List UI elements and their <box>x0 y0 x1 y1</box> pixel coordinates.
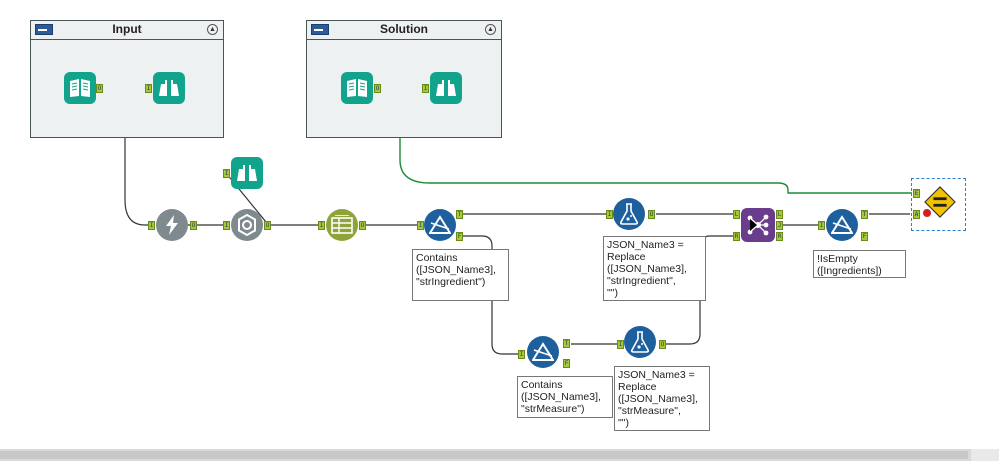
join-right-anchor[interactable]: R <box>733 232 740 241</box>
binoculars-icon <box>436 80 456 96</box>
browse-tool[interactable] <box>430 72 462 104</box>
annotation-formula-replace-ingredient: JSON_Name3 = Replace ([JSON_Name3], "str… <box>603 236 706 301</box>
annotation-filter-isempty: !IsEmpty ([Ingredients]) <box>813 250 906 278</box>
select-tool[interactable] <box>326 209 358 241</box>
join-right-output-anchor[interactable]: R <box>776 232 783 241</box>
annotation-filter-contains-ingredient: Contains ([JSON_Name3], "strIngredient") <box>412 249 509 301</box>
input-anchor[interactable]: I <box>223 169 230 178</box>
container-title: Input <box>112 22 142 36</box>
input-anchor[interactable]: I <box>818 221 825 230</box>
browse-tool[interactable] <box>231 157 263 189</box>
flask-icon <box>630 331 650 353</box>
collapse-icon[interactable]: ▲ <box>207 24 218 35</box>
filter-tool[interactable] <box>424 209 456 241</box>
join-left-anchor[interactable]: L <box>733 210 740 219</box>
input-anchor[interactable]: I <box>422 84 429 93</box>
input-anchor[interactable]: I <box>518 350 525 359</box>
binoculars-icon <box>159 80 179 96</box>
formula-tool[interactable] <box>624 326 656 358</box>
input-data-tool[interactable] <box>341 72 373 104</box>
input-container[interactable]: Input ▲ <box>30 20 224 138</box>
output-anchor[interactable]: O <box>659 340 666 349</box>
input-anchor[interactable]: I <box>606 210 613 219</box>
true-anchor[interactable]: T <box>456 210 463 219</box>
scrollbar-thumb[interactable] <box>0 451 968 459</box>
error-icon <box>922 208 932 218</box>
filter-tool[interactable] <box>527 336 559 368</box>
annotation-filter-contains-measure: Contains ([JSON_Name3], "strMeasure") <box>517 376 613 418</box>
input-anchor[interactable]: I <box>417 221 424 230</box>
filter-icon <box>831 215 853 234</box>
input-anchor[interactable]: I <box>223 221 230 230</box>
flask-icon <box>619 203 639 225</box>
filter-icon <box>532 342 554 361</box>
output-anchor[interactable]: O <box>96 84 103 93</box>
false-anchor[interactable]: F <box>861 232 868 241</box>
binoculars-icon <box>237 165 257 181</box>
join-tool[interactable] <box>741 208 775 242</box>
select-icon <box>331 215 353 234</box>
container-header[interactable]: Solution ▲ <box>307 21 501 40</box>
scrollbar-corner <box>971 449 999 461</box>
formula-tool[interactable] <box>613 198 645 230</box>
input-anchor[interactable]: I <box>148 221 155 230</box>
output-anchor[interactable]: O <box>264 221 271 230</box>
browse-tool[interactable] <box>153 72 185 104</box>
book-icon <box>70 79 90 97</box>
false-anchor[interactable]: F <box>563 359 570 368</box>
true-anchor[interactable]: T <box>563 339 570 348</box>
filter-icon <box>429 215 451 234</box>
output-anchor[interactable]: O <box>648 210 655 219</box>
true-anchor[interactable]: T <box>861 210 868 219</box>
input-anchor[interactable]: I <box>145 84 152 93</box>
input-anchor[interactable]: I <box>617 340 624 349</box>
output-anchor[interactable]: O <box>374 84 381 93</box>
join-output-anchor[interactable]: J <box>776 221 783 230</box>
false-anchor[interactable]: F <box>456 232 463 241</box>
input-anchor[interactable]: I <box>318 221 325 230</box>
output-anchor[interactable]: O <box>190 221 197 230</box>
input-data-tool[interactable] <box>64 72 96 104</box>
annotation-formula-replace-measure: JSON_Name3 = Replace ([JSON_Name3], "str… <box>614 366 710 431</box>
join-left-output-anchor[interactable]: L <box>776 210 783 219</box>
container-header[interactable]: Input ▲ <box>31 21 223 40</box>
solution-container[interactable]: Solution ▲ <box>306 20 502 138</box>
lightning-icon <box>166 215 178 235</box>
book-icon <box>347 79 367 97</box>
json-parse-tool[interactable] <box>231 209 263 241</box>
filter-tool[interactable] <box>826 209 858 241</box>
dynamic-input-tool[interactable] <box>156 209 188 241</box>
join-icon <box>747 214 769 236</box>
horizontal-scrollbar[interactable] <box>0 449 999 461</box>
a-anchor[interactable]: A <box>913 210 920 219</box>
e-anchor[interactable]: E <box>913 189 920 198</box>
output-anchor[interactable]: O <box>359 221 366 230</box>
collapse-icon[interactable]: ▲ <box>485 24 496 35</box>
gear-icon <box>238 213 256 237</box>
container-title: Solution <box>380 22 428 36</box>
